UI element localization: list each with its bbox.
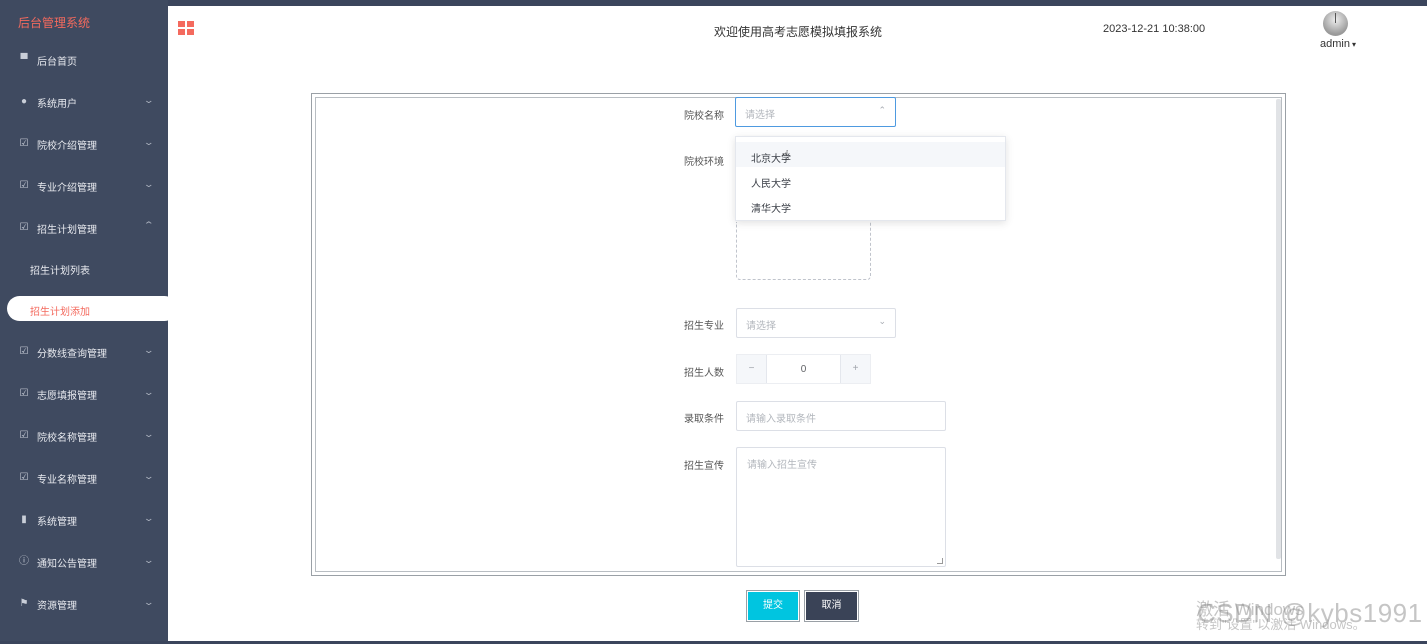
dropdown-option-label: 清华大学 <box>751 204 791 215</box>
username-label: admin <box>1320 38 1350 50</box>
sidebar-subitem-plan-add[interactable]: 招生计划添加 <box>7 296 177 321</box>
check-square-icon: ☑ <box>19 138 29 149</box>
sidebar-item-label: 招生计划管理 <box>37 224 97 236</box>
chevron-down-icon: ⌄ <box>143 555 155 565</box>
check-square-icon: ☑ <box>19 388 29 399</box>
submit-button[interactable]: 提交 <box>746 590 800 622</box>
school-env-label: 院校环境 <box>684 157 724 168</box>
csdn-watermark: CSDN @kybs1991 <box>1197 598 1423 628</box>
sidebar-item-application[interactable]: ☑ 志愿填报管理 ⌄ <box>0 383 168 405</box>
cancel-button[interactable]: 取消 <box>804 590 859 622</box>
sidebar: 后台管理系统 ▀ 后台首页 ● 系统用户 ⌄ ☑ 院校介绍管理 ⌄ ☑ 专业介绍… <box>0 0 177 644</box>
chevron-down-icon: ⌄ <box>143 95 155 105</box>
info-icon: ⓘ <box>19 556 29 567</box>
sidebar-item-major-name[interactable]: ☑ 专业名称管理 ⌄ <box>0 467 168 489</box>
check-square-icon: ☑ <box>19 180 29 191</box>
school-name-placeholder: 请选择 <box>745 110 775 121</box>
promo-label: 招生宣传 <box>684 461 724 472</box>
check-square-icon: ☑ <box>19 346 29 357</box>
school-dropdown: 北京大学 人民大学 清华大学 <box>735 136 1006 221</box>
hand-cursor-icon: ☝ <box>781 147 790 163</box>
top-border <box>0 0 1427 6</box>
check-square-icon: ☑ <box>19 472 29 483</box>
sidebar-item-label: 资源管理 <box>37 600 77 612</box>
sidebar-item-home[interactable]: ▀ 后台首页 <box>0 49 168 71</box>
user-icon: ● <box>20 96 28 107</box>
page-title: 欢迎使用高考志愿模拟填报系统 <box>714 25 883 39</box>
school-env-upload[interactable] <box>736 222 871 280</box>
sidebar-item-label: 分数线查询管理 <box>37 348 107 360</box>
form-scrollbar[interactable] <box>1276 99 1281 559</box>
condition-label: 录取条件 <box>684 414 724 425</box>
sidebar-item-major-intro[interactable]: ☑ 专业介绍管理 ⌄ <box>0 175 168 197</box>
sidebar-subitem-plan-list[interactable]: 招生计划列表 <box>30 262 90 277</box>
condition-placeholder: 请输入录取条件 <box>746 414 816 425</box>
sidebar-item-label: 专业名称管理 <box>37 474 97 486</box>
datetime-display: 2023-12-21 10:38:00 <box>1103 23 1206 35</box>
count-value[interactable]: 0 <box>767 364 840 375</box>
chevron-down-icon: ⌄ <box>143 471 155 481</box>
sidebar-item-enrollment-plan[interactable]: ☑ 招生计划管理 ⌃ <box>0 217 168 239</box>
decrement-button[interactable]: − <box>737 355 767 383</box>
monitor-icon: ▀ <box>20 54 28 65</box>
chevron-down-icon: ⌄ <box>143 429 155 439</box>
avatar[interactable] <box>1323 11 1348 36</box>
dropdown-option-label: 人民大学 <box>751 179 791 190</box>
chevron-down-icon: ⌄ <box>143 513 155 523</box>
chevron-down-icon: ⌄ <box>143 387 155 397</box>
sidebar-item-label: 院校名称管理 <box>37 432 97 444</box>
sidebar-item-label: 系统管理 <box>37 516 77 528</box>
dropdown-option[interactable]: 北京大学 <box>736 142 1005 167</box>
sidebar-item-label: 志愿填报管理 <box>37 390 97 402</box>
chevron-down-icon: ⌄ <box>143 345 155 355</box>
sidebar-item-school-name[interactable]: ☑ 院校名称管理 ⌄ <box>0 425 168 447</box>
sidebar-item-school-intro[interactable]: ☑ 院校介绍管理 ⌄ <box>0 133 168 155</box>
sidebar-item-label: 后台首页 <box>37 56 77 68</box>
dropdown-option[interactable]: 人民大学 <box>736 167 1005 192</box>
chevron-down-icon: ⌄ <box>143 137 155 147</box>
sidebar-item-label: 专业介绍管理 <box>37 182 97 194</box>
sidebar-subitem-label: 招生计划添加 <box>30 307 90 318</box>
chevron-down-icon: ⌄ <box>143 179 155 189</box>
count-stepper: − 0 + <box>736 354 871 384</box>
sidebar-item-label: 系统用户 <box>37 98 77 110</box>
chevron-up-icon: ⌃ <box>878 105 886 115</box>
school-name-label: 院校名称 <box>684 111 724 122</box>
sidebar-item-notice[interactable]: ⓘ 通知公告管理 ⌄ <box>0 551 168 573</box>
condition-input[interactable]: 请输入录取条件 <box>736 401 946 431</box>
sidebar-item-system[interactable]: ▮ 系统管理 ⌄ <box>0 509 168 531</box>
sidebar-item-label: 院校介绍管理 <box>37 140 97 152</box>
check-square-icon: ☑ <box>19 430 29 441</box>
sidebar-item-resources[interactable]: ⚑ 资源管理 ⌄ <box>0 593 168 615</box>
resize-handle-icon[interactable] <box>937 558 943 564</box>
bar-chart-icon: ▮ <box>21 514 27 525</box>
check-square-icon: ☑ <box>19 222 29 233</box>
major-select[interactable]: 请选择 ⌄ <box>736 308 896 338</box>
major-placeholder: 请选择 <box>746 321 776 332</box>
chevron-down-icon: ▾ <box>1351 40 1356 49</box>
promo-placeholder: 请输入招生宣传 <box>747 460 817 471</box>
dropdown-option[interactable]: 清华大学 <box>736 192 1005 217</box>
school-name-select[interactable]: 请选择 ⌃ <box>735 97 896 127</box>
chevron-down-icon: ⌄ <box>143 597 155 607</box>
menu-toggle-icon[interactable] <box>178 21 194 35</box>
increment-button[interactable]: + <box>840 355 870 383</box>
flag-icon: ⚑ <box>19 598 29 609</box>
sidebar-item-system-users[interactable]: ● 系统用户 ⌄ <box>0 91 168 113</box>
sidebar-item-label: 通知公告管理 <box>37 558 97 570</box>
user-menu[interactable]: admin ▾ <box>1320 38 1356 50</box>
chevron-up-icon: ⌃ <box>143 220 155 230</box>
sidebar-item-score-query[interactable]: ☑ 分数线查询管理 ⌄ <box>0 341 168 363</box>
chevron-down-icon: ⌄ <box>878 316 886 326</box>
brand-title: 后台管理系统 <box>18 16 91 30</box>
count-label: 招生人数 <box>684 368 724 379</box>
promo-textarea[interactable]: 请输入招生宣传 <box>736 447 946 567</box>
major-label: 招生专业 <box>684 321 724 332</box>
